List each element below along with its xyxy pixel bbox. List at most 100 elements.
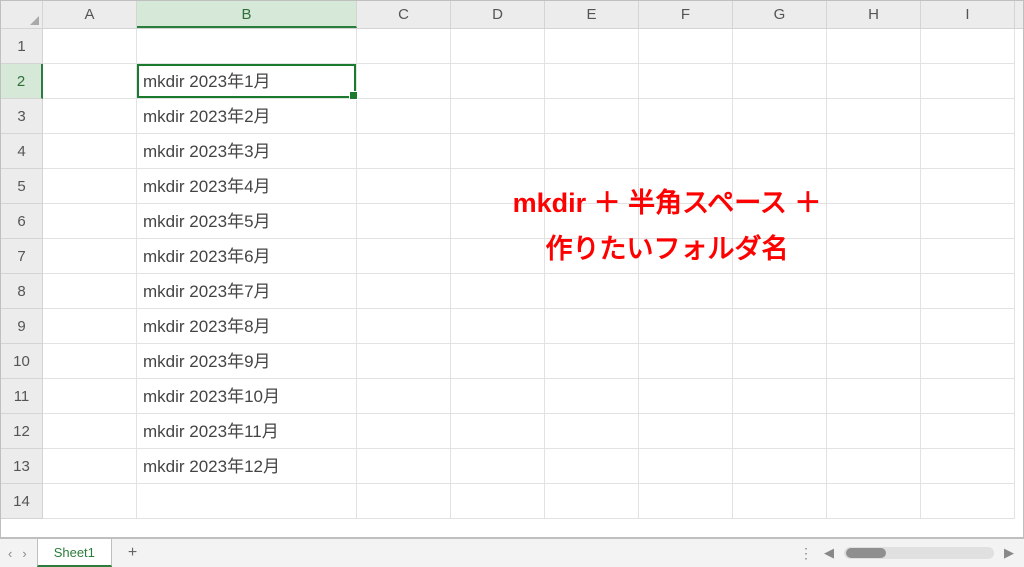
- row-head-4[interactable]: 4: [1, 134, 43, 169]
- cell-G14[interactable]: [733, 484, 827, 519]
- cell-E3[interactable]: [545, 99, 639, 134]
- row-head-2[interactable]: 2: [1, 64, 43, 99]
- cell-F10[interactable]: [639, 344, 733, 379]
- cell-H13[interactable]: [827, 449, 921, 484]
- row-head-7[interactable]: 7: [1, 239, 43, 274]
- cell-B8[interactable]: mkdir 2023年7月: [137, 274, 357, 309]
- row-head-8[interactable]: 8: [1, 274, 43, 309]
- cell-G7[interactable]: [733, 239, 827, 274]
- cell-D12[interactable]: [451, 414, 545, 449]
- scroll-right-icon[interactable]: ▶: [1004, 545, 1014, 561]
- cell-B2[interactable]: mkdir 2023年1月: [137, 64, 357, 99]
- cell-B6[interactable]: mkdir 2023年5月: [137, 204, 357, 239]
- cell-D13[interactable]: [451, 449, 545, 484]
- cell-H1[interactable]: [827, 29, 921, 64]
- cell-A13[interactable]: [43, 449, 137, 484]
- cell-B4[interactable]: mkdir 2023年3月: [137, 134, 357, 169]
- cell-C8[interactable]: [357, 274, 451, 309]
- cell-C7[interactable]: [357, 239, 451, 274]
- cell-I4[interactable]: [921, 134, 1015, 169]
- tab-nav-prev-icon[interactable]: ‹: [8, 546, 12, 561]
- cell-D10[interactable]: [451, 344, 545, 379]
- cell-H3[interactable]: [827, 99, 921, 134]
- cell-D11[interactable]: [451, 379, 545, 414]
- cell-F6[interactable]: [639, 204, 733, 239]
- cell-A4[interactable]: [43, 134, 137, 169]
- cell-I5[interactable]: [921, 169, 1015, 204]
- cell-B7[interactable]: mkdir 2023年6月: [137, 239, 357, 274]
- cell-D1[interactable]: [451, 29, 545, 64]
- col-head-C[interactable]: C: [357, 1, 451, 28]
- cell-I1[interactable]: [921, 29, 1015, 64]
- cell-D7[interactable]: [451, 239, 545, 274]
- cell-B9[interactable]: mkdir 2023年8月: [137, 309, 357, 344]
- cell-I11[interactable]: [921, 379, 1015, 414]
- cell-B1[interactable]: [137, 29, 357, 64]
- row-head-10[interactable]: 10: [1, 344, 43, 379]
- cell-E8[interactable]: [545, 274, 639, 309]
- cell-F5[interactable]: [639, 169, 733, 204]
- cell-I10[interactable]: [921, 344, 1015, 379]
- cell-A10[interactable]: [43, 344, 137, 379]
- cell-H8[interactable]: [827, 274, 921, 309]
- col-head-I[interactable]: I: [921, 1, 1015, 28]
- cell-E1[interactable]: [545, 29, 639, 64]
- tabbar-options-icon[interactable]: ⋮: [799, 545, 814, 562]
- cell-E2[interactable]: [545, 64, 639, 99]
- cell-A1[interactable]: [43, 29, 137, 64]
- col-head-E[interactable]: E: [545, 1, 639, 28]
- col-head-A[interactable]: A: [43, 1, 137, 28]
- cell-I9[interactable]: [921, 309, 1015, 344]
- cell-A12[interactable]: [43, 414, 137, 449]
- cell-I2[interactable]: [921, 64, 1015, 99]
- cell-G4[interactable]: [733, 134, 827, 169]
- col-head-G[interactable]: G: [733, 1, 827, 28]
- cell-C3[interactable]: [357, 99, 451, 134]
- cell-G5[interactable]: [733, 169, 827, 204]
- cell-F3[interactable]: [639, 99, 733, 134]
- cell-D2[interactable]: [451, 64, 545, 99]
- cell-C14[interactable]: [357, 484, 451, 519]
- cell-D4[interactable]: [451, 134, 545, 169]
- row-head-13[interactable]: 13: [1, 449, 43, 484]
- cell-E4[interactable]: [545, 134, 639, 169]
- cell-B10[interactable]: mkdir 2023年9月: [137, 344, 357, 379]
- cell-D8[interactable]: [451, 274, 545, 309]
- cell-G8[interactable]: [733, 274, 827, 309]
- cell-A5[interactable]: [43, 169, 137, 204]
- cell-F13[interactable]: [639, 449, 733, 484]
- cell-H11[interactable]: [827, 379, 921, 414]
- cell-F2[interactable]: [639, 64, 733, 99]
- cell-E10[interactable]: [545, 344, 639, 379]
- cell-I13[interactable]: [921, 449, 1015, 484]
- cell-G13[interactable]: [733, 449, 827, 484]
- cell-C5[interactable]: [357, 169, 451, 204]
- cell-G1[interactable]: [733, 29, 827, 64]
- cell-F11[interactable]: [639, 379, 733, 414]
- cell-G9[interactable]: [733, 309, 827, 344]
- cell-A11[interactable]: [43, 379, 137, 414]
- cell-G12[interactable]: [733, 414, 827, 449]
- cell-D5[interactable]: [451, 169, 545, 204]
- cell-G11[interactable]: [733, 379, 827, 414]
- col-head-D[interactable]: D: [451, 1, 545, 28]
- cell-H14[interactable]: [827, 484, 921, 519]
- cell-I14[interactable]: [921, 484, 1015, 519]
- cell-F1[interactable]: [639, 29, 733, 64]
- col-head-H[interactable]: H: [827, 1, 921, 28]
- cell-I12[interactable]: [921, 414, 1015, 449]
- cell-C2[interactable]: [357, 64, 451, 99]
- cell-C4[interactable]: [357, 134, 451, 169]
- cell-F4[interactable]: [639, 134, 733, 169]
- cell-A9[interactable]: [43, 309, 137, 344]
- cell-I8[interactable]: [921, 274, 1015, 309]
- cell-C12[interactable]: [357, 414, 451, 449]
- cell-E5[interactable]: [545, 169, 639, 204]
- cell-H6[interactable]: [827, 204, 921, 239]
- row-head-12[interactable]: 12: [1, 414, 43, 449]
- cell-I7[interactable]: [921, 239, 1015, 274]
- row-head-9[interactable]: 9: [1, 309, 43, 344]
- cell-A7[interactable]: [43, 239, 137, 274]
- cell-B5[interactable]: mkdir 2023年4月: [137, 169, 357, 204]
- cell-E12[interactable]: [545, 414, 639, 449]
